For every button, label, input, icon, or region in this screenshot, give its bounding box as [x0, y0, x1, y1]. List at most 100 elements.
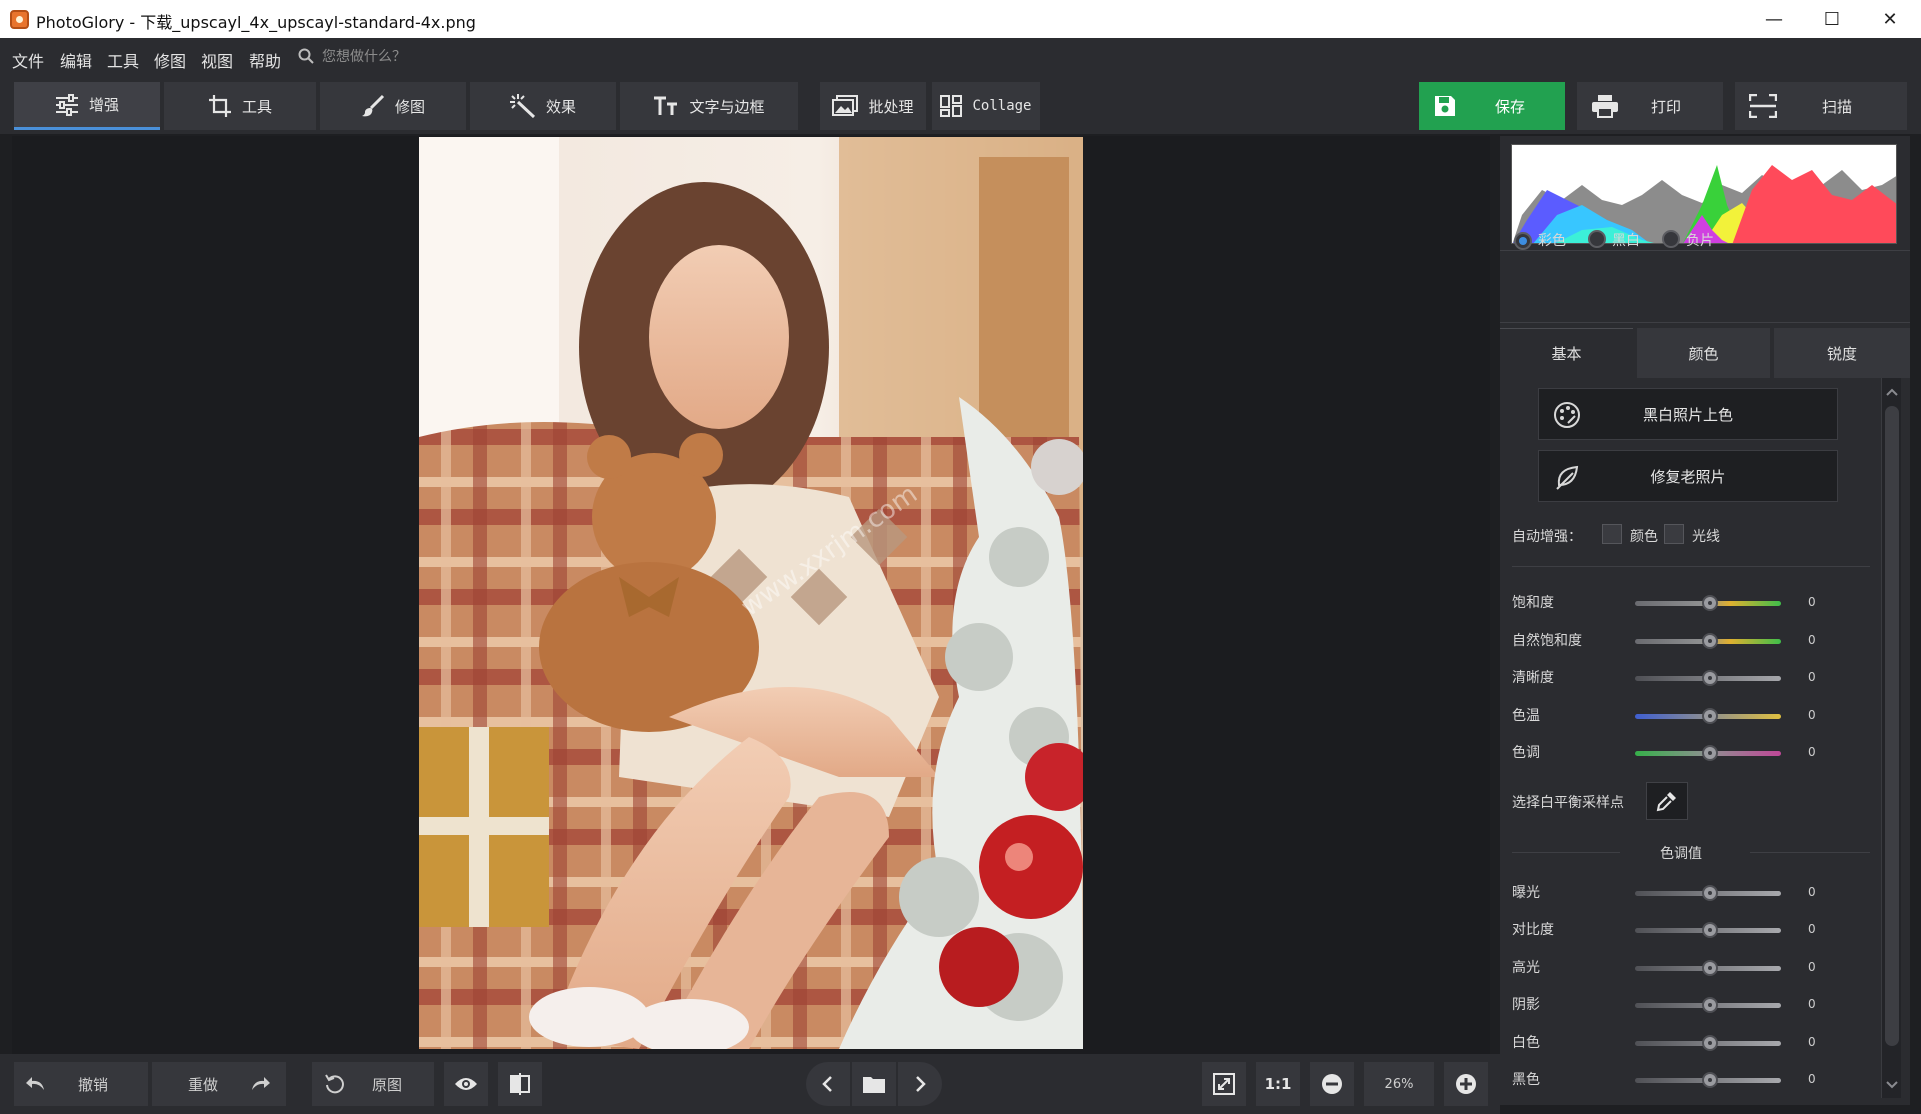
contrast-label: 对比度 [1512, 922, 1554, 938]
tab-enhance[interactable]: 增强 [14, 82, 160, 130]
open-folder-button[interactable] [852, 1062, 896, 1106]
vibrance-value: 0 [1808, 633, 1816, 647]
panel-scrollbar[interactable] [1881, 378, 1901, 1098]
blacks-label: 黑色 [1512, 1072, 1540, 1088]
menu-help[interactable]: 帮助 [249, 48, 281, 72]
zoom-in-button[interactable] [1444, 1062, 1488, 1106]
preview-eye-button[interactable] [444, 1062, 488, 1106]
compare-split-icon [510, 1073, 530, 1095]
tint-slider[interactable] [1635, 745, 1781, 761]
zoom-out-button[interactable] [1310, 1062, 1354, 1106]
panel-scroll-thumb[interactable] [1885, 406, 1899, 1046]
actual-size-button[interactable]: 1:1 [1256, 1062, 1300, 1106]
menu-retouch[interactable]: 修图 [154, 48, 186, 72]
tab-retouch-label: 修图 [394, 97, 425, 116]
exposure-knob[interactable] [1702, 885, 1718, 901]
exposure-slider[interactable] [1635, 885, 1781, 901]
clarity-value: 0 [1808, 670, 1816, 684]
auto-color-checkbox[interactable] [1602, 524, 1622, 544]
batch-label: 批处理 [868, 97, 914, 116]
whites-slider[interactable] [1635, 1035, 1781, 1051]
fit-screen-icon [1213, 1073, 1235, 1095]
scroll-down-icon[interactable] [1882, 1074, 1902, 1094]
vibrance-knob[interactable] [1702, 633, 1718, 649]
maximize-button[interactable]: ☐ [1803, 0, 1861, 38]
next-image-button[interactable] [898, 1062, 942, 1106]
redo-button[interactable]: 重做 [152, 1062, 286, 1106]
batch-images-icon [832, 95, 859, 116]
mode-color-radio[interactable] [1514, 232, 1532, 250]
title-bar: PhotoGlory - 下载_upscayl_4x_upscayl-stand… [0, 0, 1921, 38]
mode-negative-radio[interactable] [1662, 230, 1680, 248]
white-balance-picker-button[interactable] [1646, 782, 1688, 820]
whites-knob[interactable] [1702, 1035, 1718, 1051]
saturation-slider[interactable] [1635, 595, 1781, 611]
highlights-knob[interactable] [1702, 960, 1718, 976]
tint-value: 0 [1808, 745, 1816, 759]
search-input[interactable] [322, 47, 522, 67]
tab-retouch[interactable]: 修图 [320, 82, 466, 130]
tab-effects-label: 效果 [545, 97, 576, 116]
tab-effects[interactable]: 效果 [470, 82, 616, 130]
minimize-button[interactable]: — [1745, 0, 1803, 38]
close-button[interactable]: ✕ [1861, 0, 1919, 38]
menu-edit[interactable]: 编辑 [60, 48, 92, 72]
auto-light-checkbox[interactable] [1664, 524, 1684, 544]
temperature-knob[interactable] [1702, 708, 1718, 724]
scan-button[interactable]: 扫描 [1735, 82, 1907, 130]
scroll-up-icon[interactable] [1882, 382, 1902, 402]
temperature-slider[interactable] [1635, 708, 1781, 724]
blacks-slider[interactable] [1635, 1072, 1781, 1088]
mode-negative-label: 负片 [1686, 233, 1714, 249]
batch-button[interactable]: 批处理 [820, 82, 926, 130]
exposure-value: 0 [1808, 885, 1816, 899]
blacks-value: 0 [1808, 1072, 1816, 1086]
compare-button[interactable] [498, 1062, 542, 1106]
menu-view[interactable]: 视图 [201, 48, 233, 72]
vibrance-label: 自然饱和度 [1512, 633, 1582, 649]
vibrance-slider[interactable] [1635, 633, 1781, 649]
tab-sharpness[interactable]: 锐度 [1774, 328, 1910, 378]
menu-tools[interactable]: 工具 [107, 48, 139, 72]
tab-text-frames[interactable]: 文字与边框 [620, 82, 798, 130]
highlights-slider[interactable] [1635, 960, 1781, 976]
temperature-value: 0 [1808, 708, 1816, 722]
original-button[interactable]: 原图 [312, 1062, 434, 1106]
mode-bw-radio[interactable] [1588, 230, 1606, 248]
zoom-out-icon [1322, 1074, 1342, 1094]
tab-tools[interactable]: 工具 [164, 82, 316, 130]
saturation-knob[interactable] [1702, 595, 1718, 611]
mode-bw-label: 黑白 [1612, 233, 1640, 249]
fit-to-screen-button[interactable] [1202, 1062, 1246, 1106]
bottom-toolbar: 撤销 重做 原图 1:1 26% [0, 1054, 1500, 1114]
blacks-knob[interactable] [1702, 1072, 1718, 1088]
image-canvas[interactable]: www.xxrjm.com [12, 136, 1490, 1054]
save-button[interactable]: 保存 [1419, 82, 1565, 130]
contrast-knob[interactable] [1702, 922, 1718, 938]
menu-file[interactable]: 文件 [12, 48, 44, 72]
tab-basic[interactable]: 基本 [1500, 328, 1633, 378]
zoom-in-icon [1456, 1074, 1476, 1094]
collage-button[interactable]: Collage [932, 82, 1040, 130]
app-logo-icon [10, 10, 29, 29]
contrast-slider[interactable] [1635, 922, 1781, 938]
tint-knob[interactable] [1702, 745, 1718, 761]
shadows-slider[interactable] [1635, 997, 1781, 1013]
previous-image-button[interactable] [806, 1062, 850, 1106]
photo-illustration: www.xxrjm.com [419, 137, 1083, 1049]
restore-old-photo-button[interactable]: 修复老照片 [1538, 450, 1838, 502]
clarity-slider[interactable] [1635, 670, 1781, 686]
shadows-knob[interactable] [1702, 997, 1718, 1013]
clarity-knob[interactable] [1702, 670, 1718, 686]
print-button[interactable]: 打印 [1577, 82, 1723, 130]
original-label: 原图 [372, 1075, 403, 1094]
undo-button[interactable]: 撤销 [14, 1062, 148, 1106]
white-balance-label: 选择白平衡采样点 [1512, 795, 1624, 811]
sliders-icon [55, 93, 78, 116]
shadows-label: 阴影 [1512, 997, 1540, 1013]
zoom-level[interactable]: 26% [1364, 1062, 1434, 1106]
colorize-bw-button[interactable]: 黑白照片上色 [1538, 388, 1838, 440]
saturation-value: 0 [1808, 595, 1816, 609]
tab-color[interactable]: 颜色 [1637, 328, 1770, 378]
edited-photo: www.xxrjm.com [419, 137, 1083, 1049]
